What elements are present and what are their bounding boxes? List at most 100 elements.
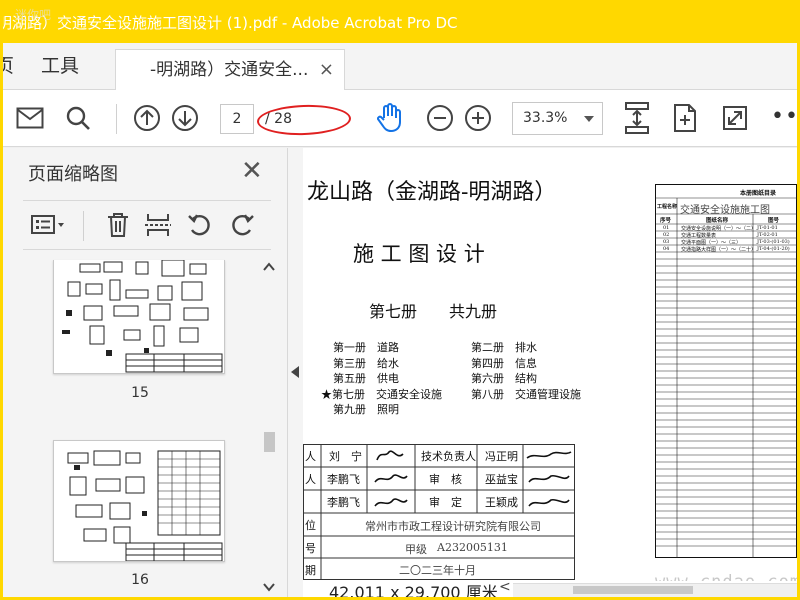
rotate-ccw-icon[interactable] <box>185 210 215 240</box>
role-label: 审 核 <box>429 473 462 486</box>
volume-list-right: 第二册 排水 第四册 信息 第六册 结构 第八册 交通管理设施 <box>471 340 581 402</box>
envelope-icon[interactable] <box>14 102 46 134</box>
index-cell: JT-04-(01-20) <box>757 246 790 252</box>
project-label: 工程名称 <box>657 204 678 210</box>
stub-cell: 人 <box>305 450 316 463</box>
toolbar-divider <box>116 104 117 134</box>
pane-close-icon[interactable]: ✕ <box>241 158 263 184</box>
index-cell: 01 <box>663 225 670 231</box>
zoom-select[interactable]: 33.3% <box>512 102 603 135</box>
chevron-down-icon <box>584 116 594 122</box>
options-icon[interactable] <box>29 210 69 240</box>
volume-total: 共九册 <box>449 302 498 321</box>
tab-document[interactable]: -明湖路）交通安全... × <box>115 49 345 90</box>
index-cell: 交通平面图（一）～（三） <box>681 240 742 246</box>
road-title: 龙山路（金湖路-明湖路） <box>307 180 557 205</box>
volume-item: 第六册 结构 <box>471 372 537 385</box>
reviewer-name: 王颖成 <box>485 496 518 509</box>
pane-title: 页面缩略图 <box>28 164 118 185</box>
volume-item: 第四册 信息 <box>471 356 537 370</box>
page-number-input[interactable]: 2 <box>220 104 254 134</box>
grade-label: 甲级 <box>405 543 427 556</box>
designer-name: 李鹏飞 <box>327 496 360 509</box>
index-cell: 交通工程数量表 <box>681 233 717 239</box>
chevron-left-icon <box>291 366 299 378</box>
toolbar-divider <box>83 211 84 241</box>
index-cell: JT-02-01 <box>757 232 778 238</box>
delete-icon[interactable] <box>103 210 133 240</box>
column-header: 图纸名称 <box>706 218 729 224</box>
signature-table: 人 刘 宁 技术负责人 冯正明 人 李鹏飞 审 核 巫益宝 李鹏飞 审 定 王颖… <box>303 444 575 580</box>
more-icon[interactable]: ••• <box>771 104 797 129</box>
thumbnail-number: 15 <box>131 385 149 401</box>
index-cell: JT-03-(01-03) <box>757 239 790 245</box>
project-name: 交通安全设施施工图 <box>680 205 770 216</box>
tab-close-icon[interactable]: × <box>319 50 334 90</box>
horizontal-scrollbar[interactable] <box>513 583 797 597</box>
watermark-logo: 迷你吧 <box>15 8 52 22</box>
hand-icon[interactable] <box>373 102 405 134</box>
acrobat-window: 明湖路）交通安全设施施工图设计 (1).pdf - Adobe Acrobat … <box>3 3 797 597</box>
thumbnail-number: 16 <box>131 572 149 588</box>
index-cell: JT-01-01 <box>757 225 778 231</box>
issue-date: 二〇二三年十月 <box>399 564 476 577</box>
fit-page-icon[interactable] <box>620 98 654 138</box>
stub-cell: 人 <box>305 473 316 486</box>
page-size-label: 42.011 x 29.700 厘米 <box>329 583 498 597</box>
thumbnail-page-15[interactable] <box>53 260 225 374</box>
window-title: 明湖路）交通安全设施施工图设计 (1).pdf - Adobe Acrobat … <box>3 14 458 32</box>
pane-collapse-handle[interactable] <box>288 148 303 597</box>
document-title: 施 工 图 设 计 <box>353 242 485 266</box>
index-cell: 03 <box>663 239 670 245</box>
column-header: 图号 <box>768 218 780 224</box>
scrollbar-thumb[interactable] <box>573 586 693 594</box>
zoom-value: 33.3% <box>523 110 568 126</box>
extract-icon[interactable] <box>143 210 173 240</box>
thumbnail-scrollbar[interactable] <box>261 260 277 596</box>
reviewer-name: 巫益宝 <box>485 473 518 486</box>
thumbnail-toolbar <box>23 200 271 250</box>
tab-tools[interactable]: 工具 <box>41 43 79 90</box>
index-cell: 交通安全设施说明（一）～（二） <box>681 226 757 232</box>
search-icon[interactable] <box>62 102 94 134</box>
volume-item: ★第七册 交通安全设施 <box>321 387 442 401</box>
volume-item: 第八册 交通管理设施 <box>471 387 581 401</box>
designer-name: 李鹏飞 <box>327 473 360 486</box>
toolbar: 2 / 28 33.3% ••• <box>3 90 797 147</box>
page-up-icon[interactable] <box>131 102 163 134</box>
volume-item: 第三册 给水 <box>333 356 399 370</box>
title-bar: 明湖路）交通安全设施施工图设计 (1).pdf - Adobe Acrobat … <box>3 3 797 43</box>
zoom-out-icon[interactable] <box>424 102 456 134</box>
fullscreen-icon[interactable] <box>719 102 751 134</box>
volume-item: 第五册 供电 <box>333 372 399 385</box>
organization-name: 常州市市政工程设计研究院有限公司 <box>365 520 541 533</box>
document-view[interactable]: 龙山路（金湖路-明湖路） 施 工 图 设 计 第七册 共九册 第一册 道路 第三… <box>303 148 797 597</box>
role-label: 技术负责人 <box>421 450 476 463</box>
scroll-left-icon[interactable]: < <box>499 579 511 595</box>
status-bar: 42.011 x 29.700 厘米 < <box>303 579 797 597</box>
thumbnail-page-16[interactable] <box>53 440 225 562</box>
tab-bar: 页 工具 -明湖路）交通安全... × <box>3 43 797 90</box>
volume-list-left: 第一册 道路 第三册 给水 第五册 供电 ★第七册 交通安全设施 第九册 照明 <box>321 340 442 418</box>
index-cell: 04 <box>663 246 670 252</box>
role-label: 审 定 <box>429 496 462 509</box>
tab-document-label: -明湖路）交通安全... <box>150 60 309 80</box>
volume-label: 第七册 <box>369 302 418 321</box>
page-down-icon[interactable] <box>169 102 201 134</box>
volume-item: 第九册 照明 <box>333 403 399 416</box>
volume-item: 第二册 排水 <box>471 341 537 354</box>
column-header: 序号 <box>660 218 672 224</box>
drawing-index-table: 本册图纸目录 工程名称 交通安全设施施工图 序号 图纸名称 图号 01 交通安全… <box>655 184 797 558</box>
stub-cell: 位 <box>305 519 316 532</box>
rotate-page-icon[interactable] <box>669 102 701 134</box>
stub-cell: 期 <box>305 564 316 577</box>
grade-number: A232005131 <box>437 541 508 554</box>
thumbnail-pane: 页面缩略图 ✕ 15 16 <box>3 148 288 597</box>
index-cell: 02 <box>663 232 670 238</box>
rotate-cw-icon[interactable] <box>227 210 257 240</box>
volume-item: 第一册 道路 <box>333 341 399 354</box>
stub-cell: 号 <box>305 542 316 555</box>
zoom-in-icon[interactable] <box>462 102 494 134</box>
reviewer-name: 冯正明 <box>485 450 518 463</box>
tab-home[interactable]: 页 <box>3 43 14 90</box>
